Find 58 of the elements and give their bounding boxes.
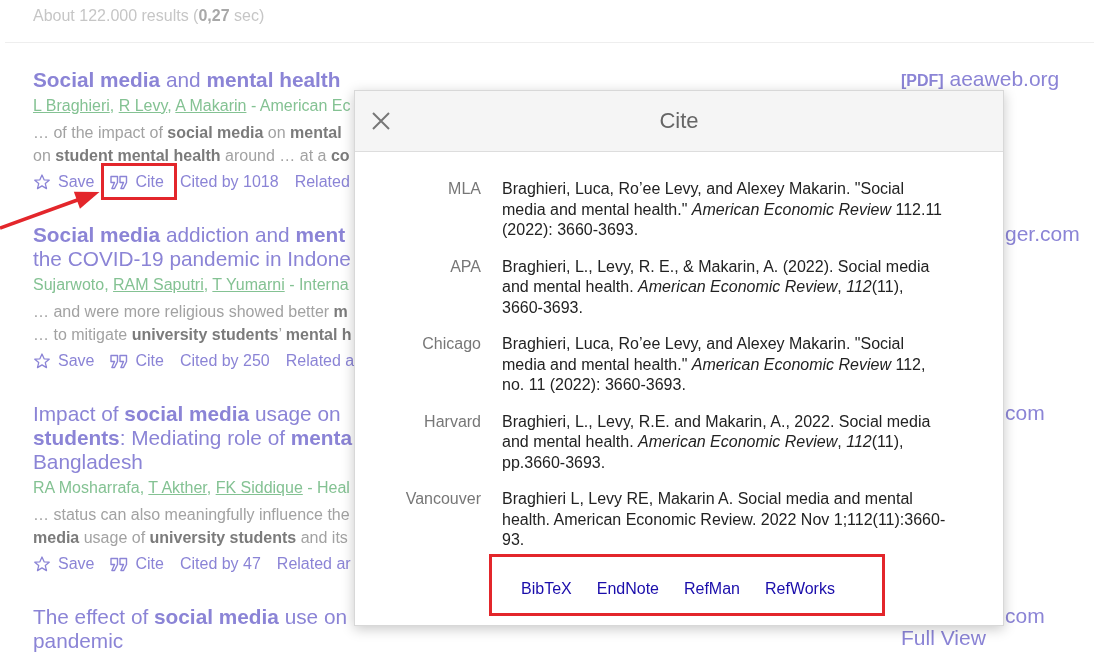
export-link[interactable]: BibTeX: [521, 578, 572, 599]
star-icon: [34, 353, 50, 369]
quote-icon: [110, 353, 129, 369]
citation-text: Braghieri L, Levy RE, Makarin A. Social media and mental health. American Economic Review. 2022 Nov 1;112(11):3660-93.: [502, 489, 947, 550]
result-title[interactable]: Social media addiction and ment the COVID-19 pandemic in Indone: [33, 223, 351, 271]
author-link[interactable]: T Yumarni: [212, 276, 285, 293]
author-link[interactable]: R Levy: [118, 97, 168, 114]
citation-style-label: Chicago: [421, 334, 481, 354]
citation-text: Braghieri, L., Levy, R. E., & Makarin, A. (2022). Social media and mental health. American Economic Review, 112(11), 3660-3693.: [502, 256, 931, 318]
cite-button[interactable]: Cite: [110, 351, 164, 371]
author-link[interactable]: L Braghieri: [33, 97, 110, 114]
save-button[interactable]: Save: [33, 172, 95, 192]
result-title[interactable]: Social media and mental health: [33, 68, 341, 92]
cited-by-link[interactable]: Cited by 1018: [179, 172, 279, 192]
source-link[interactable]: [PDF] aeaweb.org: [901, 68, 1060, 92]
close-button[interactable]: [371, 111, 391, 131]
close-icon: [372, 112, 390, 130]
cite-button[interactable]: Cite: [110, 172, 164, 192]
citation-text: Braghieri, Luca, Ro’ee Levy, and Alexey Makarin. "Social media and mental health." American Economic Review 112, no. 11 (2022): 3660-3693.: [502, 334, 927, 395]
quote-icon: [110, 556, 129, 572]
source-link[interactable]: com: [1005, 402, 1045, 424]
author-link[interactable]: A Makarin: [175, 97, 247, 114]
source-link[interactable]: Full View: [901, 627, 986, 649]
export-link[interactable]: EndNote: [596, 578, 659, 599]
result-snippet: … status can also meaningfully influence the media usage of university students and its: [33, 505, 350, 548]
cite-button[interactable]: Cite: [110, 554, 164, 574]
author-link[interactable]: RAM Saputri: [113, 276, 204, 293]
dialog-title: Cite: [659, 107, 699, 135]
source-link[interactable]: com: [1005, 605, 1045, 627]
result-title[interactable]: The effect of social media use on pandemic: [33, 605, 348, 653]
citation-style-label: Harvard: [423, 411, 481, 432]
author-line: Sujarwoto, RAM Saputri, T Yumarni - Interna: [33, 275, 349, 295]
citation-style-label: Vancouver: [404, 489, 481, 509]
author-line: L Braghieri, R Levy, A Makarin - American Ec: [33, 96, 351, 116]
cited-by-link[interactable]: Cited by 47: [179, 554, 261, 574]
citation-text: Braghieri, Luca, Ro’ee Levy, and Alexey Makarin. "Social media and mental health." American Economic Review 112.11 (2022): 3660-3693.: [502, 179, 943, 240]
save-button[interactable]: Save: [33, 351, 95, 371]
star-icon: [34, 174, 50, 190]
export-link[interactable]: RefMan: [683, 578, 740, 599]
citation-text: Braghieri, L., Levy, R.E. and Makarin, A., 2022. Social media and mental health. American Economic Review, 112(11), pp.3660-3693.: [502, 411, 932, 473]
related-link[interactable]: Related ar: [276, 554, 351, 574]
results-count: About 122.000 results (0,27 sec): [33, 6, 265, 26]
result-snippet: … of the impact of social media on mental on student mental health around … at a co: [33, 123, 350, 166]
star-icon: [34, 556, 50, 572]
source-link[interactable]: ger.com: [1005, 223, 1080, 245]
author-link[interactable]: FK Siddique: [215, 479, 303, 496]
cited-by-link[interactable]: Cited by 250: [179, 351, 270, 371]
export-link[interactable]: RefWorks: [765, 578, 835, 599]
result-snippet: … and were more religious showed better m … to mitigate university students’ mental h: [33, 302, 352, 345]
quote-icon: [110, 174, 129, 190]
citation-style-label: APA: [449, 256, 481, 277]
related-link[interactable]: Related: [294, 172, 350, 192]
related-link[interactable]: Related a: [285, 351, 355, 371]
save-button[interactable]: Save: [33, 554, 95, 574]
author-line: RA Mosharrafa, T Akther, FK Siddique - Heal: [33, 478, 350, 498]
author-link[interactable]: T Akther: [148, 479, 207, 496]
result-title[interactable]: Impact of social media usage on students: Mediating role of menta Bangladesh: [33, 402, 353, 474]
citation-style-label: MLA: [447, 179, 481, 199]
